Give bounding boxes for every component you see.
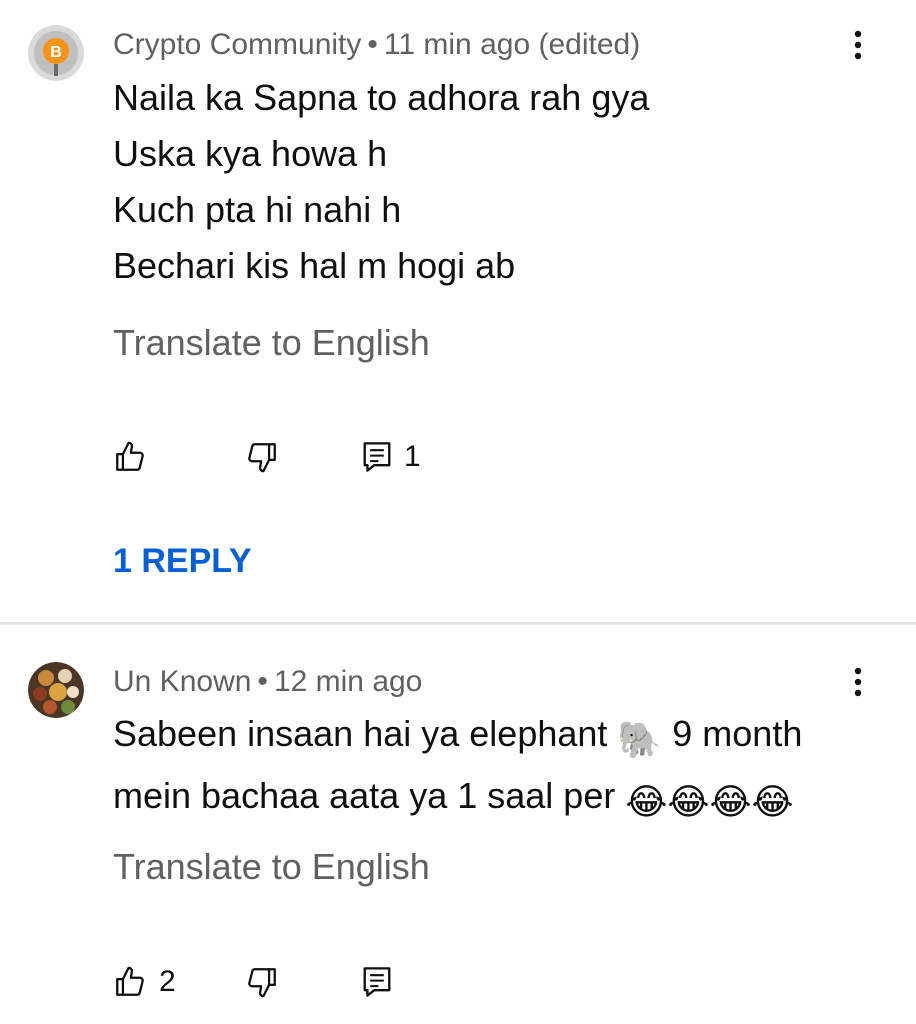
comment-icon	[363, 442, 391, 472]
reply-button[interactable]	[362, 962, 404, 1002]
author-name[interactable]: Un Known	[113, 665, 251, 698]
author-name[interactable]: Crypto Community	[113, 28, 361, 61]
more-vert-icon	[854, 667, 862, 697]
translate-button[interactable]: Translate to English	[113, 322, 430, 364]
avatar[interactable]: B	[28, 25, 84, 81]
translate-button[interactable]: Translate to English	[113, 846, 430, 888]
avatar[interactable]	[28, 662, 84, 718]
comment-line-text: Sabeen insaan hai ya elephant	[113, 713, 608, 754]
dislike-button[interactable]	[245, 437, 279, 477]
comment-line-text: mein bachaa aata ya 1 saal per	[113, 775, 616, 816]
comment-text: Naila ka Sapna to adhora rah gya Uska ky…	[113, 70, 873, 294]
dislike-button[interactable]	[245, 962, 279, 1002]
like-button[interactable]: 2	[113, 962, 176, 1002]
more-options-button[interactable]	[842, 25, 874, 65]
reply-button[interactable]: 1	[362, 437, 421, 477]
comment-line: Uska kya howa h	[113, 133, 388, 174]
meta-separator: •	[257, 665, 268, 698]
comment-line: Bechari kis hal m hogi ab	[113, 245, 516, 286]
more-options-button[interactable]	[842, 662, 874, 702]
comment-meta: Crypto Community • 11 min ago (edited)	[113, 28, 640, 62]
more-vert-icon	[854, 30, 862, 60]
like-button[interactable]	[113, 437, 159, 477]
comment-meta: Un Known • 12 min ago	[113, 665, 422, 699]
comment-line: Naila ka Sapna to adhora rah gya	[113, 77, 650, 118]
thumb-down-icon	[248, 968, 276, 998]
avatar-letter: B	[50, 44, 62, 61]
view-replies-link[interactable]: 1 REPLY	[113, 542, 252, 581]
elephant-emoji: 🐘	[617, 719, 663, 760]
comment-divider	[0, 622, 916, 625]
comment-line: Sabeen insaan hai ya elephant 🐘 9 month	[113, 706, 873, 768]
comment-time: 11 min ago (edited)	[383, 28, 641, 61]
thumb-up-icon	[116, 441, 144, 471]
comment-line-text: 9 month	[672, 713, 803, 754]
reply-count: 1	[404, 440, 421, 473]
comment-line: Kuch pta hi nahi h	[113, 189, 402, 230]
like-count: 2	[159, 965, 176, 998]
thumb-up-icon	[116, 966, 144, 996]
comment-text: Sabeen insaan hai ya elephant 🐘 9 month …	[113, 706, 873, 830]
thumb-down-icon	[248, 443, 276, 473]
meta-separator: •	[367, 28, 378, 61]
comment-icon	[363, 967, 391, 997]
food-photo-avatar-icon	[28, 662, 84, 718]
comment-line: mein bachaa aata ya 1 saal per 😂😂😂😂	[113, 768, 873, 830]
comment-time: 12 min ago	[273, 665, 423, 698]
laughing-emoji: 😂😂😂😂	[625, 781, 794, 822]
bitcoin-icon: B	[28, 25, 84, 81]
